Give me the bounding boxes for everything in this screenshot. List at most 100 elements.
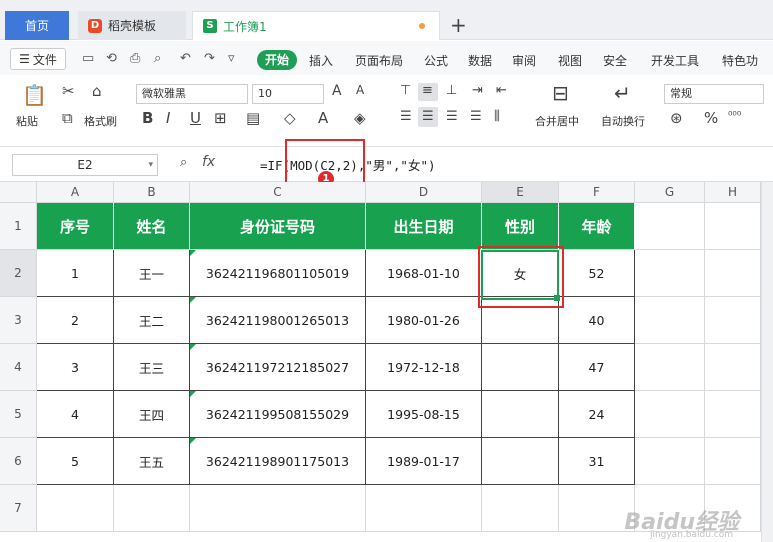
font-size-select[interactable]: 10 [252, 84, 324, 104]
column-header-e[interactable]: E [482, 182, 559, 203]
table-cell[interactable]: 3 [37, 344, 114, 391]
menu-formulas[interactable]: 公式 [424, 52, 448, 69]
menu-security[interactable]: 安全 [603, 52, 627, 69]
table-cell[interactable]: 王四 [114, 391, 190, 438]
empty-cell[interactable] [705, 438, 761, 485]
table-cell[interactable]: 1972-12-18 [366, 344, 482, 391]
table-cell[interactable]: 1980-01-26 [366, 297, 482, 344]
menu-view[interactable]: 视图 [558, 52, 582, 69]
empty-cell[interactable] [705, 391, 761, 438]
menu-page-layout[interactable]: 页面布局 [355, 52, 403, 69]
vertical-scrollbar[interactable] [761, 182, 773, 542]
undo-icon[interactable]: ↶ [180, 51, 191, 66]
file-menu-button[interactable]: ☰ 文件 [10, 48, 66, 70]
tab-template[interactable]: D 稻壳模板 [78, 11, 186, 40]
column-header-d[interactable]: D [366, 182, 482, 203]
empty-cell[interactable] [482, 485, 559, 532]
format-painter-button[interactable]: 格式刷 [84, 113, 117, 129]
column-header-g[interactable]: G [635, 182, 705, 203]
table-cell[interactable]: 王三 [114, 344, 190, 391]
border-icon[interactable]: ⊞ [214, 109, 227, 127]
column-header-c[interactable]: C [190, 182, 366, 203]
table-cell[interactable]: 24 [559, 391, 635, 438]
font-color-icon[interactable]: A [318, 109, 328, 127]
new-tab-button[interactable]: + [450, 13, 467, 37]
print-icon[interactable]: ⎙ [130, 51, 140, 66]
menu-data[interactable]: 数据 [468, 52, 492, 69]
font-grow-icon[interactable]: A [332, 83, 342, 99]
thousands-icon[interactable]: ⁰⁰⁰ [728, 109, 741, 122]
empty-cell[interactable] [635, 297, 705, 344]
empty-cell[interactable] [635, 344, 705, 391]
row-header-5[interactable]: 5 [0, 391, 37, 438]
align-bottom-icon[interactable]: ⊥ [446, 83, 457, 98]
empty-cell[interactable] [635, 438, 705, 485]
align-middle-icon[interactable]: ≡ [422, 83, 433, 98]
zoom-icon[interactable]: ⌕ [180, 155, 187, 170]
font-name-select[interactable]: 微软雅黑 [136, 84, 248, 104]
empty-cell[interactable] [705, 344, 761, 391]
outdent-icon[interactable]: ⇤ [496, 83, 507, 98]
table-cell[interactable]: 4 [37, 391, 114, 438]
distribute-icon[interactable]: ⫼ [494, 109, 500, 124]
table-cell[interactable]: 31 [559, 438, 635, 485]
paste-button[interactable]: 粘贴 [16, 113, 38, 129]
column-header-a[interactable]: A [37, 182, 114, 203]
row-header-2[interactable]: 2 [0, 250, 37, 297]
merge-center-icon[interactable]: ⊟ [552, 81, 569, 105]
header-cell-age[interactable]: 年龄 [559, 203, 635, 250]
menu-special[interactable]: 特色功 [722, 52, 758, 69]
table-cell[interactable]: 1989-01-17 [366, 438, 482, 485]
empty-cell[interactable] [635, 391, 705, 438]
customize-dropdown-icon[interactable]: ▿ [228, 51, 235, 66]
table-cell[interactable]: 47 [559, 344, 635, 391]
font-shrink-icon[interactable]: A [356, 83, 364, 97]
column-header-h[interactable]: H [705, 182, 761, 203]
table-cell[interactable]: 362421197212185027 [190, 344, 366, 391]
justify-icon[interactable]: ☰ [470, 109, 482, 124]
table-cell[interactable]: 2 [37, 297, 114, 344]
header-cell-index[interactable]: 序号 [37, 203, 114, 250]
align-right-icon[interactable]: ☰ [446, 109, 458, 124]
tab-workbook[interactable]: S 工作簿1 [192, 11, 440, 40]
redo-icon[interactable]: ↷ [204, 51, 215, 66]
table-cell[interactable]: 王一 [114, 250, 190, 297]
table-cell[interactable]: 1 [37, 250, 114, 297]
header-cell-id-number[interactable]: 身份证号码 [190, 203, 366, 250]
bold-icon[interactable]: B [142, 109, 153, 127]
header-cell-birth-date[interactable]: 出生日期 [366, 203, 482, 250]
header-cell-name[interactable]: 姓名 [114, 203, 190, 250]
row-header-3[interactable]: 3 [0, 297, 37, 344]
column-header-b[interactable]: B [114, 182, 190, 203]
cut-icon[interactable]: ✂ [62, 82, 75, 100]
table-cell[interactable]: 王二 [114, 297, 190, 344]
menu-developer[interactable]: 开发工具 [651, 52, 699, 69]
table-cell[interactable] [482, 344, 559, 391]
save-icon[interactable]: ▭ [82, 51, 94, 66]
fill-color-icon[interactable]: ▤ [246, 109, 260, 127]
table-cell[interactable]: 40 [559, 297, 635, 344]
number-format-select[interactable]: 常规 [664, 84, 764, 104]
align-top-icon[interactable]: ⊤ [400, 83, 411, 98]
empty-cell[interactable] [114, 485, 190, 532]
eraser-icon[interactable]: ◈ [354, 109, 366, 127]
wrap-text-button[interactable]: 自动换行 [601, 113, 645, 129]
currency-icon[interactable]: ⊛ [670, 109, 683, 127]
table-cell[interactable]: 5 [37, 438, 114, 485]
table-cell[interactable]: 362421196801105019 [190, 250, 366, 297]
export-icon[interactable]: ⟲ [106, 51, 117, 66]
preview-icon[interactable]: ⌕ [154, 51, 161, 66]
row-header-6[interactable]: 6 [0, 438, 37, 485]
merge-center-button[interactable]: 合并居中 [535, 113, 579, 129]
bucket-icon[interactable]: ◇ [284, 109, 296, 127]
align-center-icon[interactable]: ☰ [422, 109, 434, 124]
italic-icon[interactable]: I [166, 109, 170, 127]
table-cell[interactable]: 362421198901175013 [190, 438, 366, 485]
table-cell[interactable]: 1995-08-15 [366, 391, 482, 438]
fx-icon[interactable]: fx [202, 154, 215, 170]
align-left-icon[interactable]: ☰ [400, 109, 412, 124]
row-header-1[interactable]: 1 [0, 203, 37, 250]
table-cell[interactable]: 王五 [114, 438, 190, 485]
row-header-4[interactable]: 4 [0, 344, 37, 391]
table-cell[interactable] [482, 438, 559, 485]
